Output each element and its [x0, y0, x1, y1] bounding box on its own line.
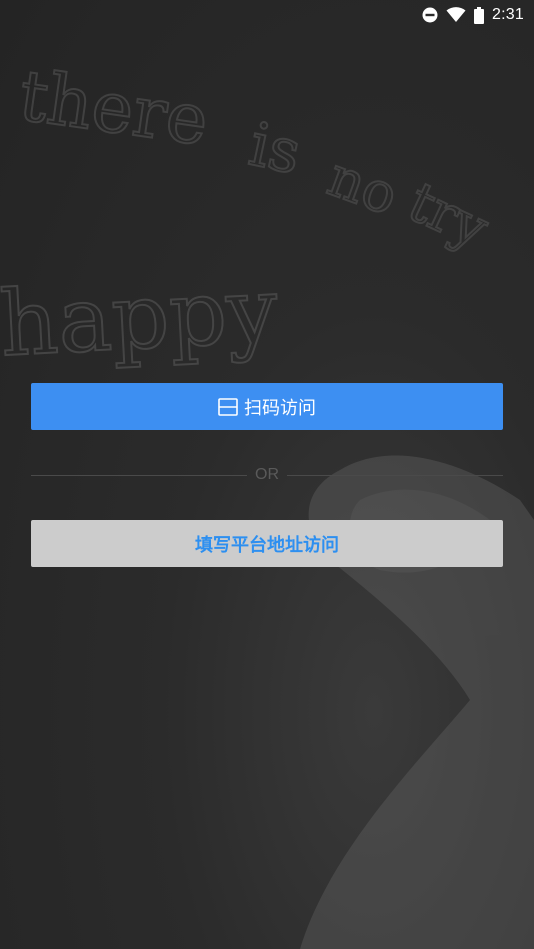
do-not-disturb-icon: [422, 7, 438, 23]
bg-word-is: is: [243, 110, 306, 189]
bg-word-happy: happy: [0, 258, 280, 377]
scan-access-button[interactable]: 扫码访问: [31, 383, 503, 430]
bg-word-no: no: [320, 144, 406, 228]
bg-word-there: there: [14, 54, 213, 162]
status-time: 2:31: [492, 6, 524, 23]
or-divider: OR: [31, 464, 503, 486]
battery-icon: [474, 6, 485, 24]
divider-line-left: [31, 474, 247, 476]
status-bar: 2:31: [0, 0, 534, 30]
bg-word-try: try: [399, 169, 498, 261]
login-screen: there is no try happy 2:31 扫码访问 OR 填写平台地…: [0, 0, 534, 949]
divider-line-right: [287, 474, 503, 476]
or-label: OR: [255, 466, 279, 483]
address-access-label: 填写平台地址访问: [195, 534, 339, 556]
address-access-button[interactable]: 填写平台地址访问: [31, 520, 503, 567]
wifi-icon: [446, 7, 466, 23]
scan-icon: [218, 397, 238, 416]
scan-access-label: 扫码访问: [244, 397, 316, 419]
